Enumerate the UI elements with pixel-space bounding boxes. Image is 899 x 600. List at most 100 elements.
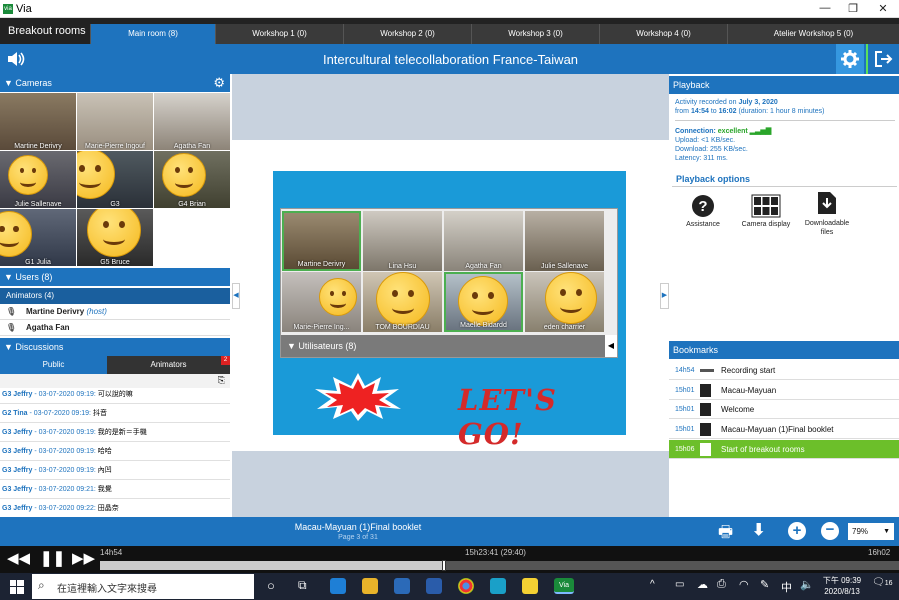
bookmark-item[interactable]: 15h01 Macau-Mayuan [669, 381, 899, 400]
bookmark-item[interactable]: 14h54 Recording start [669, 361, 899, 380]
zoom-in-icon[interactable]: + [788, 522, 806, 540]
timeline-thumb[interactable] [441, 560, 446, 571]
slide-image: Martine Derivry Lina Hsu Agatha Fan Juli… [273, 171, 626, 451]
participant-name: Martine Derivry [297, 261, 346, 268]
bookmarks-label: Bookmarks [673, 345, 719, 355]
taskbar-search-box[interactable]: ⌕ 在這裡輸入文字來搜尋 [32, 574, 254, 599]
chevron-up-icon[interactable]: ^ [650, 579, 655, 590]
camera-tile[interactable]: G4 Brian [154, 151, 230, 208]
chat-message-list: G3 Jeffry - 03-07-2020 09:19: 可以說的嘛 G2 Ti… [0, 385, 230, 517]
timeline-track[interactable] [100, 560, 899, 571]
pen-icon[interactable]: ✎ [760, 578, 769, 591]
timeline-progress [100, 561, 444, 570]
comic-explosion-icon [315, 373, 401, 421]
pause-icon[interactable]: ❚❚ [40, 549, 65, 567]
camera-tile[interactable]: Marie-Pierre Ingouf [77, 93, 153, 150]
unread-badge: 2 [221, 356, 230, 365]
search-placeholder: 在這裡輸入文字來搜尋 [57, 584, 157, 595]
camera-tile[interactable]: G1 Julia [0, 209, 76, 266]
collapse-left-panel-button[interactable]: ◀ [232, 283, 240, 309]
windows-taskbar: ⌕ 在這裡輸入文字來搜尋 ○ ⧉ ^ ▭ ☁ ⎙ ◠ ✎ 中 🔈 下午 09:3… [0, 573, 899, 600]
exit-button[interactable] [866, 44, 899, 74]
camera-tile[interactable]: Agatha Fan [154, 93, 230, 150]
task-view-icon[interactable]: ⧉ [298, 578, 307, 593]
screenshot-arrow-icon: ◀ [605, 335, 617, 357]
bookmark-item-active[interactable]: 15h06 Start of breakout rooms [669, 440, 899, 459]
discussions-label: Discussions [15, 342, 64, 352]
camera-grid: Martine Derivry Marie-Pierre Ingouf Agat… [0, 92, 230, 268]
settings-button[interactable] [836, 44, 864, 74]
printer-tray-icon[interactable]: ⎙ [717, 578, 726, 591]
cloud-icon[interactable]: ☁ [697, 578, 708, 591]
zoom-out-icon[interactable]: − [821, 522, 839, 540]
camera-name: Julie Sallenave [14, 201, 62, 208]
tab-workshop-5[interactable]: Atelier Workshop 5 (0) [727, 24, 899, 44]
assistance-option[interactable]: ? Assistance [680, 194, 726, 228]
clock[interactable]: 下午 09:39 2020/8/13 [819, 575, 865, 597]
playback-label: Playback [673, 80, 710, 90]
app-icon[interactable] [490, 578, 506, 594]
bookmark-item[interactable]: 15h01 Macau-Mayuan (1)Final booklet [669, 420, 899, 439]
window-title-bar: via Via — ❐ ✕ [0, 0, 899, 18]
microphone-icon: 🎙 [6, 323, 17, 332]
bookmark-item[interactable]: 15h01 Welcome [669, 400, 899, 419]
network-icon[interactable]: ◠ [739, 578, 749, 591]
chrome-icon[interactable] [458, 578, 474, 594]
downloadable-files-option[interactable]: Downloadable files [800, 190, 854, 237]
cameras-section-header[interactable]: ▼ Cameras ⚙ [0, 74, 230, 92]
tab-workshop-4[interactable]: Workshop 4 (0) [599, 24, 727, 44]
fast-forward-icon[interactable]: ▶▶ [72, 549, 95, 567]
document-icon [700, 384, 711, 397]
camera-display-option[interactable]: Camera display [736, 194, 796, 228]
collapse-right-panel-button[interactable]: ▶ [660, 283, 669, 309]
camera-settings-gear-icon[interactable]: ⚙ [213, 74, 225, 92]
print-icon[interactable]: 🖶 [718, 521, 733, 548]
camera-tile[interactable]: Julie Sallenave [0, 151, 76, 208]
tab-workshop-1[interactable]: Workshop 1 (0) [215, 24, 343, 44]
via-app-icon[interactable]: Via [554, 578, 574, 594]
download-icon[interactable]: ⬇ [752, 520, 765, 540]
download-rate: Download: 255 KB/sec. [675, 146, 748, 153]
users-bar-label: Utilisateurs (8) [298, 341, 357, 351]
emoji-face-icon [545, 272, 597, 324]
notification-icon[interactable]: 🗨16 [872, 577, 893, 588]
camera-tile[interactable]: Martine Derivry [0, 93, 76, 150]
minimize-button[interactable]: — [815, 2, 835, 14]
sticky-notes-icon[interactable] [522, 578, 538, 594]
collapse-triangle-icon: ▼ [4, 342, 16, 352]
file-explorer-icon[interactable] [362, 578, 378, 594]
tab-main-room[interactable]: Main room (8) [90, 24, 215, 44]
divider [672, 186, 897, 187]
tab-workshop-3[interactable]: Workshop 3 (0) [471, 24, 599, 44]
camera-tile[interactable]: G3 [77, 151, 153, 208]
emoji-face-icon [87, 209, 141, 257]
document-icon [700, 403, 711, 416]
user-row[interactable]: 🎙 Martine Derivry (host) [0, 304, 230, 320]
question-circle-icon: ? [692, 195, 714, 217]
speaker-icon[interactable] [6, 50, 26, 68]
store-icon[interactable] [394, 578, 410, 594]
cortana-icon[interactable]: ○ [267, 578, 275, 593]
chat-message: G3 Jeffry - 03-07-2020 09:19: 內凹 [0, 461, 230, 480]
zoom-select[interactable]: 79% ▼ [848, 523, 894, 540]
playback-bar: ◀◀ ❚❚ ▶▶ 14h54 15h23:41 (29:40) 16h02 [0, 546, 899, 573]
windows-start-icon[interactable] [10, 580, 24, 594]
animators-group-header[interactable]: Animators (4) [0, 288, 230, 304]
tab-workshop-2[interactable]: Workshop 2 (0) [343, 24, 471, 44]
edge-browser-icon[interactable] [330, 578, 346, 594]
playback-options-title: Playback options [676, 174, 751, 184]
signal-bars-icon: ▂▃▅▇ [749, 128, 772, 135]
camera-tile[interactable]: G5 Bruce [77, 209, 153, 266]
rewind-icon[interactable]: ◀◀ [7, 549, 30, 567]
input-language[interactable]: 中 [781, 579, 792, 595]
discussions-section-header[interactable]: ▼ Discussions [0, 338, 230, 356]
tab-public[interactable]: Public [0, 356, 107, 374]
tab-animators[interactable]: Animators [107, 356, 230, 374]
download-file-icon [818, 192, 836, 214]
user-row[interactable]: 🎙 Agatha Fan [0, 320, 230, 336]
volume-icon[interactable]: 🔈 [800, 578, 814, 591]
users-section-header[interactable]: ▼ Users (8) [0, 268, 230, 286]
close-button[interactable]: ✕ [873, 2, 893, 15]
maximize-button[interactable]: ❐ [843, 2, 863, 15]
mail-icon[interactable] [426, 578, 442, 594]
